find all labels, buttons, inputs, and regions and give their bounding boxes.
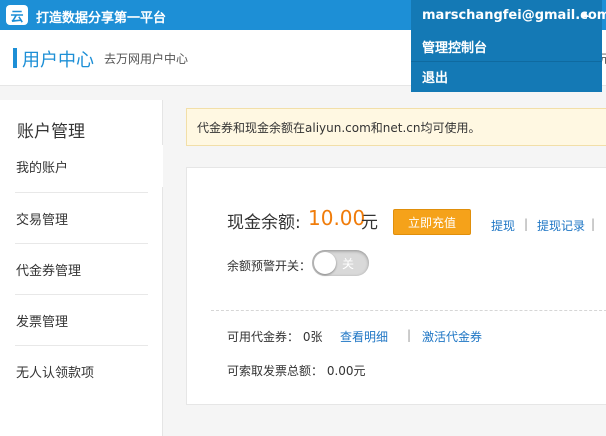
caret-up-icon: [581, 12, 589, 17]
sidebar-divider: [15, 345, 148, 346]
sidebar-divider: [15, 243, 148, 244]
withdraw-link[interactable]: 提现: [491, 217, 515, 234]
section-divider: [211, 310, 606, 311]
menu-item-logout[interactable]: 退出: [411, 61, 602, 91]
sidebar-divider: [15, 192, 148, 193]
account-card: 现金余额: 10.00 元 立即充值 提现 | 提现记录 | 余额预警开关： 关…: [186, 167, 606, 405]
sidebar-item-transactions[interactable]: 交易管理: [0, 197, 163, 239]
sidebar-divider: [15, 294, 148, 295]
sidebar-item-unclaimed-payments[interactable]: 无人认领款项: [0, 350, 163, 392]
withdraw-records-link[interactable]: 提现记录: [537, 217, 585, 234]
activate-voucher-link[interactable]: 激活代金券: [422, 328, 482, 345]
title-accent-bar: [13, 48, 17, 68]
link-separator: |: [591, 217, 596, 231]
link-separator: |: [407, 328, 412, 342]
cash-balance-unit: 元: [361, 213, 378, 233]
view-details-link[interactable]: 查看明细: [340, 328, 388, 345]
toggle-knob: [314, 252, 336, 274]
sidebar-item-invoices[interactable]: 发票管理: [0, 299, 163, 341]
sidebar-title: 账户管理: [17, 122, 85, 142]
notice-banner: 代金券和现金余额在aliyun.com和net.cn均可使用。: [186, 108, 606, 146]
brand-slogan[interactable]: 打造数据分享第一平台: [36, 7, 166, 26]
available-vouchers-label: 可用代金券： 0张: [227, 330, 323, 344]
top-bar: 云 打造数据分享第一平台 marschangfei@gmail.com: [0, 0, 606, 30]
balance-alert-toggle[interactable]: 关: [312, 250, 369, 276]
user-account-menu[interactable]: marschangfei@gmail.com: [411, 0, 606, 30]
invoice-total-label: 可索取发票总额： 0.00元: [227, 364, 366, 378]
cash-balance-value: 10.00: [308, 206, 366, 230]
menu-item-console[interactable]: 管理控制台: [411, 31, 602, 61]
toggle-state-text: 关: [342, 257, 355, 271]
user-dropdown-menu: 管理控制台 退出: [411, 30, 602, 92]
wanwang-user-center-link[interactable]: 去万网用户中心: [104, 50, 188, 67]
sidebar-item-vouchers[interactable]: 代金券管理: [0, 248, 163, 290]
user-email: marschangfei@gmail.com: [422, 7, 606, 23]
balance-alert-label: 余额预警开关：: [227, 259, 312, 273]
sidebar-item-my-account[interactable]: 我的账户: [0, 145, 163, 187]
sidebar: 账户管理 我的账户 交易管理 代金券管理 发票管理 无人认领款项: [0, 100, 163, 436]
recharge-button[interactable]: 立即充值: [393, 209, 471, 235]
link-separator: |: [524, 217, 529, 231]
page-title: 用户中心: [22, 50, 94, 71]
cash-balance-label: 现金余额:: [227, 213, 301, 233]
cloud-logo-icon[interactable]: 云: [6, 5, 28, 25]
